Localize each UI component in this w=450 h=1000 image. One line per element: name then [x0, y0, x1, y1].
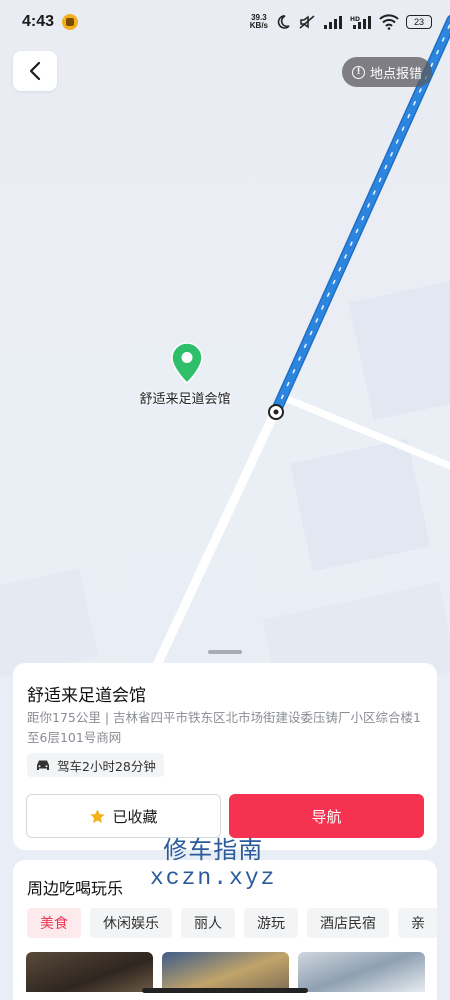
route-start-dot: [273, 409, 279, 415]
car-icon: [37, 760, 49, 770]
category-chip-beauty[interactable]: 丽人: [181, 908, 235, 938]
category-chip-hotel[interactable]: 酒店民宿: [307, 908, 389, 938]
category-chip-parent-child[interactable]: 亲: [398, 908, 437, 938]
nearby-thumbnails: [26, 952, 425, 992]
sheet-drag-handle[interactable]: [208, 650, 242, 654]
net-speed: 39.3 KB/s: [250, 14, 268, 30]
poi-map-label[interactable]: 舒适来足道会馆: [110, 388, 260, 407]
nearby-place-image[interactable]: [26, 952, 153, 992]
status-bar: 4:43 39.3 KB/s HD 23: [0, 0, 450, 44]
navigate-button[interactable]: 导航: [229, 794, 424, 838]
drive-time-chip[interactable]: 驾车2小时28分钟: [27, 753, 164, 777]
hd-signal-icon: HD: [350, 16, 371, 29]
place-address: 距你175公里 | 吉林省四平市铁东区北市场街建设委压铸厂小区综合楼1至6层10…: [27, 710, 421, 745]
net-speed-unit: KB/s: [249, 21, 268, 30]
report-label: 地点报错: [370, 66, 423, 82]
back-button[interactable]: [13, 51, 57, 91]
category-chip-leisure[interactable]: 休闲娱乐: [90, 908, 172, 938]
nearby-title: 周边吃喝玩乐: [27, 879, 124, 898]
watermark-url: xczn.xyz: [150, 865, 277, 891]
favorite-label: 已收藏: [112, 807, 158, 826]
watermark-title: 修车指南: [163, 836, 264, 864]
map-block: [289, 438, 431, 572]
home-indicator[interactable]: [142, 988, 308, 993]
star-icon: [90, 808, 106, 823]
signal-icon: [324, 16, 342, 29]
chevron-left-icon: [29, 61, 41, 81]
notification-icon: [62, 14, 79, 30]
info-icon: !: [352, 65, 365, 79]
watermark: 修车指南 xczn.xyz: [150, 836, 276, 892]
map-road: [145, 410, 280, 682]
category-chip-food[interactable]: 美食: [27, 908, 81, 938]
place-info-card: 舒适来足道会馆 距你175公里 | 吉林省四平市铁东区北市场街建设委压铸厂小区综…: [13, 663, 437, 850]
mute-icon: [299, 15, 315, 29]
category-tabs: 美食 休闲娱乐 丽人 游玩 酒店民宿 亲: [27, 908, 437, 938]
favorite-button[interactable]: 已收藏: [26, 794, 221, 838]
battery-icon: 23: [406, 15, 432, 29]
location-pin-icon[interactable]: [170, 342, 204, 384]
status-time: 4:43: [22, 13, 55, 30]
category-chip-sightseeing[interactable]: 游玩: [244, 908, 298, 938]
wifi-icon: [379, 14, 399, 30]
place-name: 舒适来足道会馆: [27, 686, 146, 706]
nearby-place-image[interactable]: [298, 952, 425, 992]
navigate-label: 导航: [311, 807, 342, 826]
map-block: [348, 279, 450, 421]
nearby-place-image[interactable]: [162, 952, 289, 992]
moon-icon: [277, 15, 290, 29]
drive-time-text: 驾车2小时28分钟: [57, 758, 156, 774]
report-location-error-button[interactable]: ! 地点报错: [342, 57, 433, 87]
svg-text:HD: HD: [350, 16, 360, 23]
